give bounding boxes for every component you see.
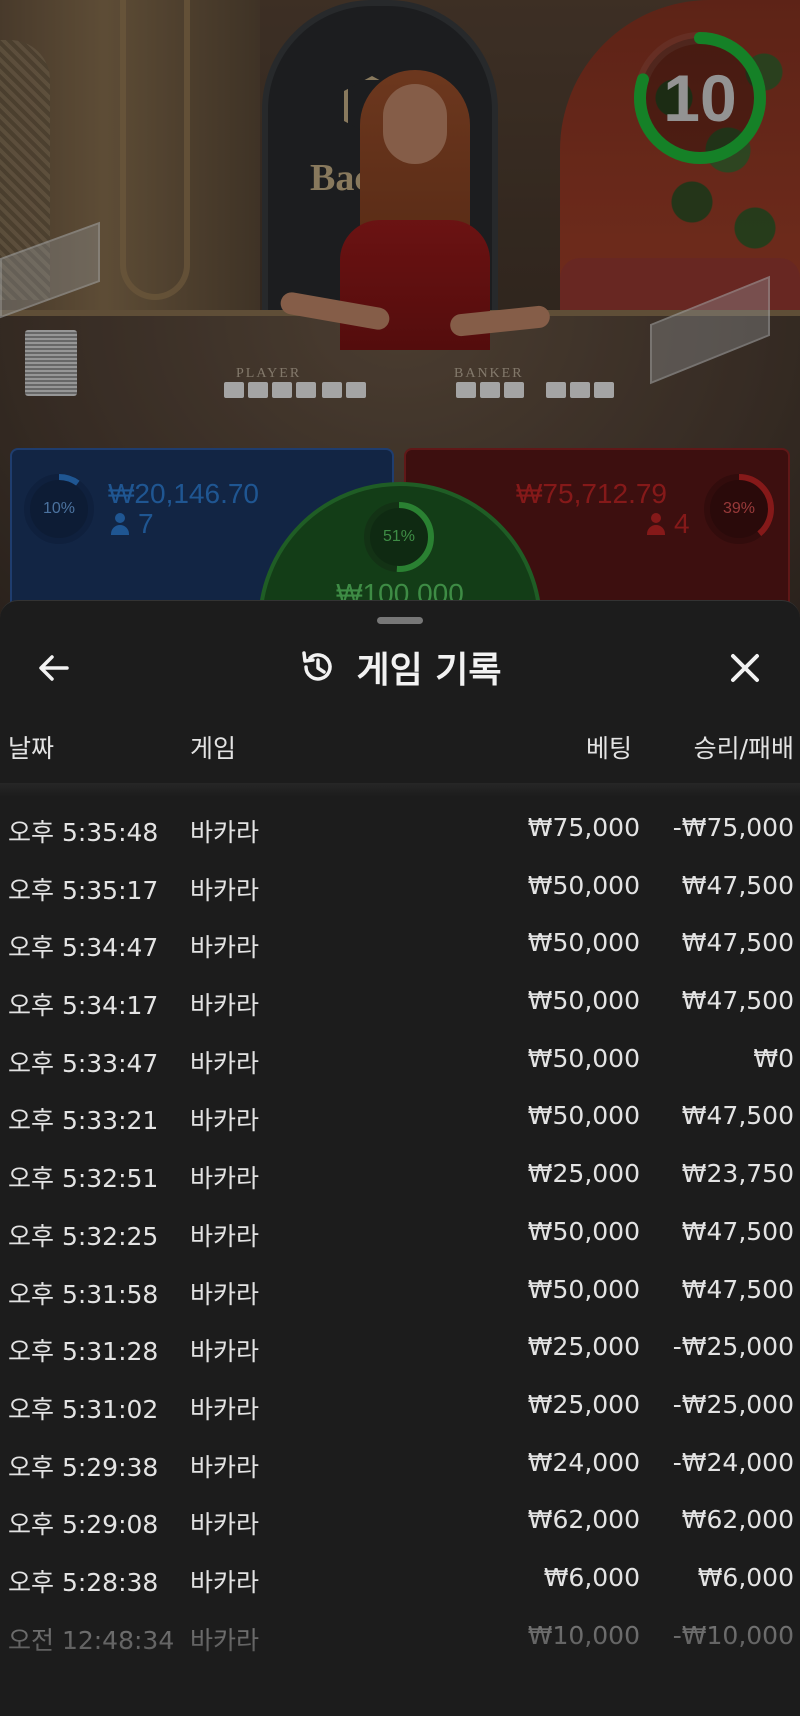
history-row[interactable]: 오후 5:34:17 바카라 ₩50,000 ₩47,500 (0, 976, 800, 1034)
row-win-loss: ₩0 (753, 1043, 794, 1073)
arrow-left-icon (39, 655, 69, 681)
row-bet: ₩75,000 (527, 813, 640, 842)
column-header-bet[interactable]: 베팅 (586, 729, 632, 765)
row-win-loss: -₩24,000 (672, 1447, 794, 1477)
history-list: 오후 5:35:48 바카라 ₩75,000 -₩75,000 오후 5:35:17 바… (0, 803, 800, 1668)
row-win-loss: ₩47,500 (681, 1216, 794, 1246)
row-game: 바카라 (190, 1337, 260, 1367)
row-bet: ₩25,000 (527, 1159, 640, 1189)
row-bet: ₩6,000 (543, 1562, 640, 1592)
row-date: 오후 5:31:28 (8, 1337, 159, 1367)
row-bet: ₩25,000 (527, 1389, 640, 1419)
row-bet: ₩50,000 (527, 1043, 640, 1073)
row-date: 오전 12:48:34 (8, 1625, 175, 1655)
close-icon (731, 654, 759, 682)
row-win-loss: ₩47,500 (681, 1101, 794, 1131)
row-win-loss: -₩25,000 (672, 1332, 794, 1362)
history-row[interactable]: 오후 5:31:28 바카라 ₩25,000 -₩25,000 (0, 1322, 800, 1380)
row-win-loss: ₩47,500 (681, 928, 794, 958)
history-row[interactable]: 오후 5:34:47 바카라 ₩50,000 ₩47,500 (0, 918, 800, 976)
history-row[interactable]: 오후 5:32:51 바카라 ₩25,000 ₩23,750 (0, 1149, 800, 1207)
row-game: 바카라 (190, 1625, 260, 1655)
row-bet: ₩62,000 (527, 1505, 640, 1535)
row-game: 바카라 (190, 1106, 260, 1136)
row-game: 바카라 (190, 933, 260, 963)
row-date: 오후 5:32:25 (8, 1221, 159, 1251)
column-header-date[interactable]: 날짜 (8, 729, 54, 765)
column-header-win-loss[interactable]: 승리/패배 (694, 729, 794, 765)
row-date: 오후 5:33:21 (8, 1106, 159, 1136)
row-date: 오후 5:31:02 (8, 1394, 159, 1424)
drag-handle[interactable] (377, 617, 423, 624)
row-game: 바카라 (190, 1510, 260, 1540)
row-date: 오후 5:35:17 (8, 875, 159, 905)
row-game: 바카라 (190, 818, 260, 847)
row-date: 오후 5:34:17 (8, 991, 159, 1021)
sheet-title: 게임 기록 (356, 650, 502, 691)
row-win-loss: -₩25,000 (672, 1389, 794, 1419)
row-date: 오후 5:28:38 (8, 1567, 159, 1597)
history-row[interactable]: 오후 5:29:38 바카라 ₩24,000 -₩24,000 (0, 1438, 800, 1496)
title-wrap: 게임 기록 (0, 635, 800, 699)
row-game: 바카라 (190, 875, 260, 905)
row-date: 오후 5:32:51 (8, 1164, 159, 1194)
row-game: 바카라 (190, 1394, 260, 1424)
row-win-loss: ₩6,000 (697, 1562, 794, 1592)
scene-dim-overlay (0, 0, 800, 640)
history-row[interactable]: 오후 5:28:38 바카라 ₩6,000 ₩6,000 (0, 1553, 800, 1611)
row-game: 바카라 (190, 1048, 260, 1078)
header-divider (0, 783, 800, 797)
row-bet: ₩24,000 (527, 1447, 640, 1477)
row-bet: ₩10,000 (527, 1620, 640, 1650)
row-bet: ₩50,000 (527, 870, 640, 900)
row-win-loss: ₩47,500 (681, 986, 794, 1016)
history-icon (302, 651, 333, 681)
row-bet: ₩50,000 (527, 986, 640, 1016)
row-win-loss: ₩62,000 (681, 1505, 794, 1535)
row-game: 바카라 (190, 1567, 260, 1597)
history-row[interactable]: 오후 5:35:17 바카라 ₩50,000 ₩47,500 (0, 861, 800, 919)
close-button[interactable] (720, 643, 770, 693)
history-row[interactable]: 오후 5:31:02 바카라 ₩25,000 -₩25,000 (0, 1380, 800, 1438)
history-row[interactable]: 오후 5:33:47 바카라 ₩50,000 ₩0 (0, 1034, 800, 1092)
row-game: 바카라 (190, 991, 260, 1021)
row-bet: ₩25,000 (527, 1332, 640, 1362)
row-date: 오후 5:29:08 (8, 1510, 159, 1540)
row-date: 오후 5:33:47 (8, 1048, 159, 1078)
row-game: 바카라 (190, 1452, 260, 1482)
row-win-loss: ₩47,500 (681, 870, 794, 900)
row-bet: ₩50,000 (527, 1216, 640, 1246)
history-row[interactable]: 오전 12:48:34 바카라 ₩10,000 -₩10,000 (0, 1611, 800, 1669)
game-history-sheet: 게임 기록 날짜 게임 베팅 승리/패배 오후 5:35:48 바카라 ₩75,00… (0, 600, 800, 1716)
back-button[interactable] (30, 643, 80, 693)
column-header-game[interactable]: 게임 (190, 729, 236, 765)
row-game: 바카라 (190, 1279, 260, 1309)
row-win-loss: ₩47,500 (681, 1274, 794, 1304)
history-row[interactable]: 오후 5:33:21 바카라 ₩50,000 ₩47,500 (0, 1091, 800, 1149)
history-row[interactable]: 오후 5:31:58 바카라 ₩50,000 ₩47,500 (0, 1265, 800, 1323)
row-bet: ₩50,000 (527, 1101, 640, 1131)
row-win-loss: -₩75,000 (672, 813, 794, 842)
row-game: 바카라 (190, 1164, 260, 1194)
row-date: 오후 5:35:48 (8, 818, 159, 847)
row-win-loss: -₩10,000 (672, 1620, 794, 1650)
sheet-header: 게임 기록 (0, 635, 800, 699)
row-bet: ₩50,000 (527, 1274, 640, 1304)
row-date: 오후 5:31:58 (8, 1279, 159, 1309)
row-date: 오후 5:29:38 (8, 1452, 159, 1482)
row-bet: ₩50,000 (527, 928, 640, 958)
row-date: 오후 5:34:47 (8, 933, 159, 963)
row-game: 바카라 (190, 1221, 260, 1251)
history-row[interactable]: 오후 5:32:25 바카라 ₩50,000 ₩47,500 (0, 1207, 800, 1265)
table-header: 날짜 게임 베팅 승리/패배 (0, 729, 800, 769)
live-table-video: Bac PLAYER BANKER 10 10% ₩20,146.70 7 39… (0, 0, 800, 640)
history-row[interactable]: 오후 5:29:08 바카라 ₩62,000 ₩62,000 (0, 1495, 800, 1553)
row-win-loss: ₩23,750 (681, 1159, 794, 1189)
history-row[interactable]: 오후 5:35:48 바카라 ₩75,000 -₩75,000 (0, 803, 800, 861)
